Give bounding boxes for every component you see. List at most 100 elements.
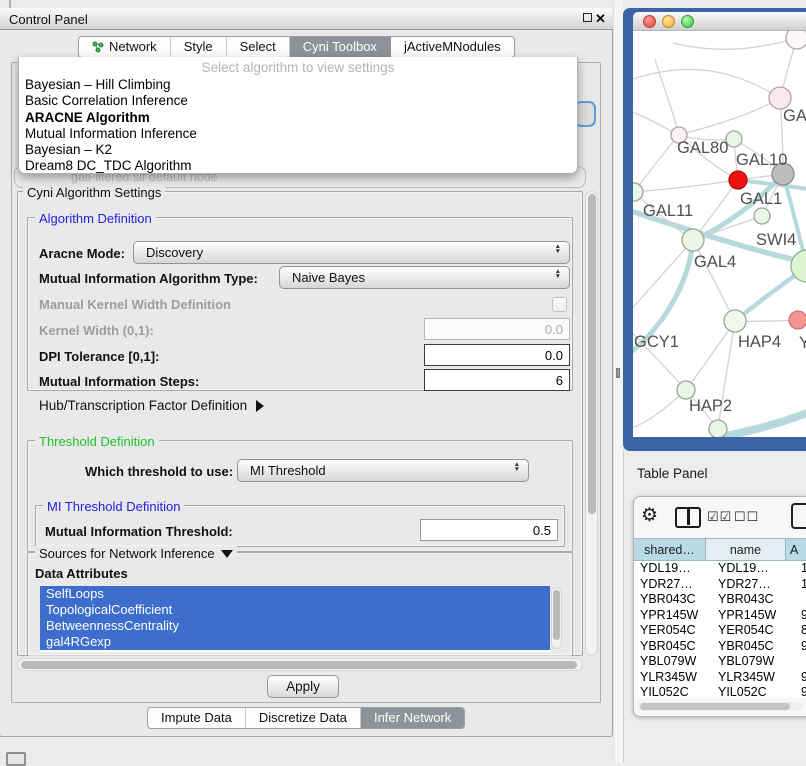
- clear-all-checkboxes-icon[interactable]: ☐☐: [734, 509, 759, 525]
- tab-network[interactable]: Network: [79, 37, 171, 57]
- data-attributes-label: Data Attributes: [35, 566, 128, 581]
- table-cell: 9.: [797, 639, 806, 655]
- table-header-row: shared… name A: [634, 538, 806, 561]
- collapsed-panel-icon[interactable]: [6, 752, 26, 766]
- scrollbar-thumb[interactable]: [21, 661, 577, 669]
- close-panel-icon[interactable]: ✕: [595, 11, 606, 27]
- which-threshold-value: MI Threshold: [250, 463, 326, 478]
- data-attribute-option[interactable]: gal4RGexp: [40, 634, 550, 650]
- tab-network-label: Network: [109, 37, 157, 57]
- network-node[interactable]: [682, 229, 704, 251]
- table-row[interactable]: YBL079WYBL079W: [634, 654, 806, 670]
- background: [623, 0, 806, 8]
- node-label: GCY1: [634, 333, 679, 351]
- data-attribute-option[interactable]: BetweennessCentrality: [40, 618, 550, 634]
- attribute-list-scrollbar[interactable]: [551, 587, 562, 649]
- algorithm-option[interactable]: Dream8 DC_TDC Algorithm: [25, 158, 571, 174]
- network-node[interactable]: [726, 131, 742, 147]
- network-node[interactable]: [769, 87, 791, 109]
- network-node[interactable]: [724, 310, 746, 332]
- gear-icon[interactable]: ⚙: [641, 505, 658, 527]
- data-attribute-option[interactable]: SelfLoops: [40, 586, 550, 602]
- algorithm-option[interactable]: ARACNE Algorithm: [25, 110, 571, 126]
- tab-select[interactable]: Select: [227, 37, 290, 57]
- panel-splitter[interactable]: [613, 0, 623, 762]
- dpi-tolerance-field[interactable]: 0.0: [424, 344, 570, 366]
- scrollbar-thumb[interactable]: [640, 703, 790, 710]
- threshold-definition-title: Threshold Definition: [35, 434, 159, 449]
- algorithm-option[interactable]: Bayesian – Hill Climbing: [25, 77, 571, 93]
- table-function-icon[interactable]: [791, 503, 806, 529]
- network-node[interactable]: [789, 311, 806, 329]
- manual-kernel-label: Manual Kernel Width Definition: [39, 297, 231, 312]
- aracne-mode-combobox[interactable]: Discovery ▲▼: [133, 241, 570, 264]
- table-cell: YIL052C: [711, 685, 797, 698]
- tab-jactivemnodules[interactable]: jActiveMNodules: [391, 37, 514, 57]
- tab-style[interactable]: Style: [171, 37, 227, 57]
- mi-type-combobox[interactable]: Naive Bayes ▲▼: [279, 266, 570, 289]
- window-zoom-button[interactable]: [681, 15, 694, 28]
- table-cell: 13: [797, 561, 806, 577]
- table-row[interactable]: YBR043CYBR043C: [634, 592, 806, 608]
- which-threshold-combobox[interactable]: MI Threshold ▲▼: [237, 459, 529, 482]
- which-threshold-label: Which threshold to use:: [85, 464, 233, 479]
- apply-button[interactable]: Apply: [267, 675, 339, 698]
- network-node[interactable]: [709, 420, 727, 437]
- algorithm-option[interactable]: Mutual Information Inference: [25, 126, 571, 142]
- control-panel-titlebar[interactable]: [0, 8, 613, 30]
- tab-discretize-data[interactable]: Discretize Data: [246, 708, 361, 728]
- network-node[interactable]: [754, 208, 770, 224]
- settings-horizontal-scrollbar[interactable]: [17, 658, 583, 671]
- table-row[interactable]: YBR045CYBR045C9.: [634, 639, 806, 655]
- table-cell: YDR27…: [634, 577, 711, 593]
- apply-button-label: Apply: [286, 679, 320, 694]
- hub-definition-expander[interactable]: Hub/Transcription Factor Definition: [39, 398, 264, 413]
- mi-threshold-field[interactable]: 0.5: [420, 519, 558, 541]
- mi-steps-field[interactable]: 6: [424, 369, 570, 391]
- table-row[interactable]: YIL052CYIL052C9: [634, 685, 806, 698]
- table-row[interactable]: YDR27…YDR27…12: [634, 577, 806, 593]
- scrollbar-thumb[interactable]: [553, 590, 560, 640]
- manual-kernel-checkbox: [552, 297, 567, 312]
- sources-title[interactable]: Sources for Network Inference: [35, 546, 237, 561]
- table-panel-title: Table Panel: [637, 466, 708, 481]
- table-horizontal-scrollbar[interactable]: [637, 702, 803, 711]
- mi-type-value: Naive Bayes: [292, 270, 365, 285]
- network-node[interactable]: [729, 171, 747, 189]
- spinner-arrows-icon: ▲▼: [514, 462, 520, 472]
- mi-threshold-definition-title: MI Threshold Definition: [43, 499, 184, 514]
- float-panel-icon[interactable]: [583, 13, 592, 22]
- table-cell: YBR043C: [634, 592, 711, 608]
- settings-vertical-scrollbar[interactable]: [585, 191, 598, 656]
- scrollbar-thumb[interactable]: [588, 194, 596, 514]
- table-row[interactable]: YER054CYER054C8.: [634, 623, 806, 639]
- column-header-shared-name[interactable]: shared…: [634, 539, 706, 561]
- tab-discretize-data-label: Discretize Data: [259, 708, 347, 728]
- tab-cyni-toolbox[interactable]: Cyni Toolbox: [290, 37, 391, 57]
- table-cell: YBR045C: [711, 639, 797, 655]
- column-header-partial[interactable]: A: [786, 539, 806, 561]
- network-view-titlebar[interactable]: [633, 12, 806, 31]
- table-row[interactable]: YLR345WYLR345W9.: [634, 670, 806, 686]
- window-close-button[interactable]: [643, 15, 656, 28]
- cyni-bottom-tabbar: Impute Data Discretize Data Infer Networ…: [147, 707, 465, 729]
- columns-icon[interactable]: [675, 507, 701, 528]
- table-row[interactable]: YPR145WYPR145W9.: [634, 608, 806, 624]
- table-cell: [797, 654, 801, 670]
- splitter-handle[interactable]: [616, 368, 620, 378]
- algorithm-option[interactable]: Bayesian – K2: [25, 142, 571, 158]
- tab-impute-data[interactable]: Impute Data: [148, 708, 246, 728]
- network-node[interactable]: [786, 31, 806, 49]
- table-cell: YER054C: [711, 623, 797, 639]
- table-row[interactable]: YDL19…YDL19…13: [634, 561, 806, 577]
- spinner-arrows-icon: ▲▼: [555, 269, 561, 279]
- data-attribute-option[interactable]: TopologicalCoefficient: [40, 602, 550, 618]
- columns-icon-divider: [687, 509, 690, 525]
- tab-infer-network[interactable]: Infer Network: [361, 708, 464, 728]
- dpi-tolerance-label: DPI Tolerance [0,1]:: [39, 349, 159, 364]
- algorithm-option[interactable]: Basic Correlation Inference: [25, 93, 571, 109]
- select-all-checkboxes-icon[interactable]: ☑☑: [707, 509, 732, 525]
- window-minimize-button[interactable]: [662, 15, 675, 28]
- network-canvas[interactable]: GALGAL80GAL10GAL1GAL11SWI4GAL4GCY1HAP4YH…: [633, 31, 806, 437]
- column-header-name[interactable]: name: [706, 539, 786, 561]
